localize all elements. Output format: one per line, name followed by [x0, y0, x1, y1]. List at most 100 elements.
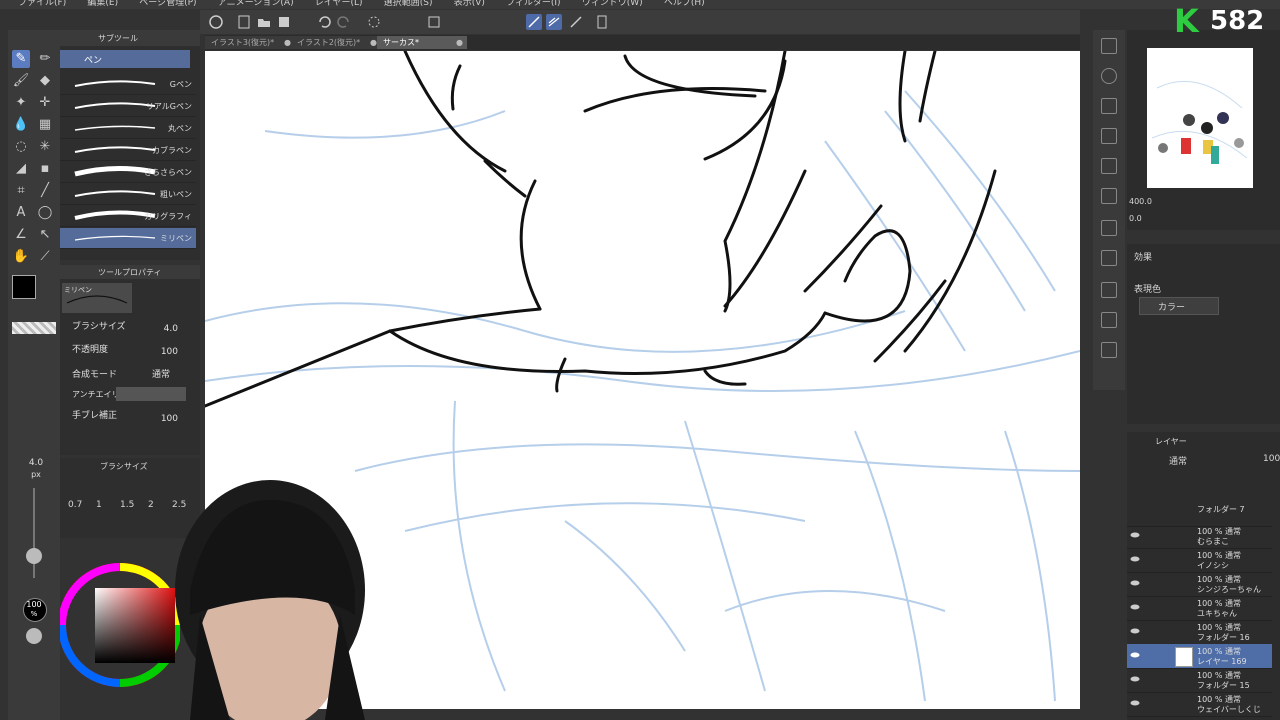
tab-illust2[interactable]: イラスト2(復元)* ● [291, 36, 381, 49]
history-icon[interactable] [1101, 250, 1117, 266]
pen-tool-icon[interactable]: ✎ [12, 50, 30, 68]
hand-tool-icon[interactable]: ✋ [12, 248, 30, 266]
fill-tool-icon[interactable]: ◢ [12, 160, 30, 178]
pencil-tool-icon[interactable]: ✏ [36, 50, 54, 68]
operation-tool-icon[interactable]: ↖ [36, 226, 54, 244]
layer-row[interactable]: 100 % 通常 イノシシ [1127, 548, 1272, 573]
brush-kabura-pen[interactable]: カブラペン [60, 140, 196, 161]
brush-tool-icon[interactable]: 🖌 [12, 72, 30, 90]
subtool-group[interactable]: ペン [60, 50, 190, 68]
close-icon[interactable]: ● [370, 36, 377, 49]
brush-size-slider-knob[interactable] [26, 548, 42, 564]
menu-window[interactable]: ウィンドウ(W) [582, 0, 643, 8]
move-tool-icon[interactable]: ✛ [36, 94, 54, 112]
brush-calligraphy[interactable]: カリグラフィ [60, 206, 196, 227]
tab-illust3[interactable]: イラスト3(復元)* ● [205, 36, 295, 49]
open-folder-icon[interactable] [256, 14, 272, 30]
grid-snap-icon[interactable] [568, 14, 584, 30]
layer-row[interactable]: 100 % 通常 ウェイバーしくじ [1127, 692, 1272, 717]
transparent-color-swatch[interactable] [12, 322, 56, 334]
layer-row[interactable]: 100 % 通常 フォルダー 15 [1127, 668, 1272, 693]
quick-access-icon[interactable] [1101, 342, 1117, 358]
brush-size-preset[interactable]: 1 [96, 500, 102, 510]
brush-label: Gペン [169, 80, 192, 89]
menu-animation[interactable]: アニメーション(A) [218, 0, 294, 8]
layer-property-icon[interactable] [1101, 188, 1117, 204]
redo-icon[interactable] [336, 14, 352, 30]
navigator-icon[interactable] [1101, 128, 1117, 144]
zoom-readout[interactable]: 400.0 [1129, 197, 1152, 206]
lasso-tool-icon[interactable]: ◌ [12, 138, 30, 156]
close-icon[interactable] [1101, 98, 1117, 114]
layer-row[interactable]: 100 % 通常 フォルダー 16 [1127, 620, 1272, 645]
clip-studio-icon[interactable] [208, 14, 224, 30]
opacity-slider-knob[interactable] [26, 628, 42, 644]
menu-edit[interactable]: 編集(E) [87, 0, 118, 8]
text-tool-icon[interactable]: A [12, 204, 30, 222]
layer-row[interactable]: 100 % 通常 シンジろーちゃん [1127, 572, 1272, 597]
brush-smooth-pen[interactable]: さらさらペン [60, 162, 196, 183]
blend-mode-select[interactable]: 通常 [152, 367, 170, 380]
brush-milli-pen[interactable]: ミリペン [60, 228, 196, 249]
new-file-icon[interactable] [236, 14, 252, 30]
menu-layer[interactable]: レイヤー(L) [315, 0, 363, 8]
sub-view-icon[interactable] [1101, 220, 1117, 236]
menu-filter[interactable]: フィルター(I) [506, 0, 561, 8]
menu-view[interactable]: 表示(V) [454, 0, 485, 8]
menu-selection[interactable]: 選択範囲(S) [384, 0, 433, 8]
transform-icon[interactable] [426, 14, 442, 30]
brush-g-pen[interactable]: Gペン [60, 74, 196, 95]
stabilization-value[interactable]: 100 [161, 414, 178, 424]
tab-circus[interactable]: サーカス* ● [377, 36, 467, 49]
menu-page[interactable]: ページ管理(P) [139, 0, 196, 8]
stabilization-label: 手ブレ補正 [72, 411, 118, 421]
brush-round-pen[interactable]: 丸ペン [60, 118, 196, 139]
eye-icon [1130, 676, 1140, 682]
balloon-tool-icon[interactable]: ◯ [36, 204, 54, 222]
close-icon[interactable] [1101, 158, 1117, 174]
layer-opacity-value[interactable]: 100 [1263, 454, 1280, 464]
brush-size-preset[interactable]: 1.5 [120, 500, 134, 510]
special-ruler-snap-icon[interactable] [546, 14, 562, 30]
undo-icon[interactable] [316, 14, 332, 30]
layer-row-selected[interactable]: 100 % 通常 レイヤー 169 [1127, 644, 1272, 669]
eyedropper-tool-icon[interactable]: ⟋ [36, 248, 54, 266]
opacity-value[interactable]: 100 [161, 347, 178, 357]
menu-file[interactable]: ファイル(F) [18, 0, 66, 8]
auto-select-tool-icon[interactable]: ✳ [36, 138, 54, 156]
save-icon[interactable] [276, 14, 292, 30]
settings-icon[interactable] [594, 14, 610, 30]
loading-icon[interactable] [366, 14, 382, 30]
angle-readout[interactable]: 0.0 [1129, 214, 1142, 223]
ruler-tool-icon[interactable]: ∠ [12, 226, 30, 244]
search-icon[interactable] [1101, 68, 1117, 84]
expression-color-select[interactable]: カラー [1139, 297, 1219, 315]
material-icon[interactable] [1101, 38, 1117, 54]
main-color-swatch[interactable] [12, 275, 36, 299]
brush-label: 粗いペン [160, 190, 192, 199]
eraser-tool-icon[interactable]: ◆ [36, 72, 54, 90]
figure-tool-icon[interactable]: ⌗ [12, 182, 30, 200]
brush-size-preset[interactable]: 0.7 [68, 500, 82, 510]
navigator-preview[interactable] [1147, 48, 1253, 188]
antialias-selector[interactable] [116, 387, 186, 401]
layer-blend-select[interactable]: 通常 [1169, 454, 1187, 467]
brush-real-g-pen[interactable]: リアルGペン [60, 96, 196, 117]
line-tool-icon[interactable]: ╱ [36, 182, 54, 200]
brush-size-slider[interactable] [33, 488, 35, 578]
brush-size-value[interactable]: 4.0 [164, 324, 178, 334]
layer-name: フォルダー 15 [1197, 681, 1250, 690]
gradient-tool-icon[interactable]: ▪ [36, 160, 54, 178]
layer-select-tool-icon[interactable]: ▦ [36, 116, 54, 134]
blend-tool-icon[interactable]: 💧 [12, 116, 30, 134]
layer-row[interactable]: 100 % 通常 むらまこ [1127, 524, 1272, 549]
brush-rough-pen[interactable]: 粗いペン [60, 184, 196, 205]
item-bank-icon[interactable] [1101, 312, 1117, 328]
close-icon[interactable]: ● [456, 36, 463, 49]
menu-help[interactable]: ヘルプ(H) [664, 0, 705, 8]
airbrush-tool-icon[interactable]: ✦ [12, 94, 30, 112]
close-icon[interactable]: ● [284, 36, 291, 49]
layer-row[interactable]: 100 % 通常 ユキちゃん [1127, 596, 1272, 621]
ruler-snap-icon[interactable] [526, 14, 542, 30]
auto-action-icon[interactable] [1101, 282, 1117, 298]
